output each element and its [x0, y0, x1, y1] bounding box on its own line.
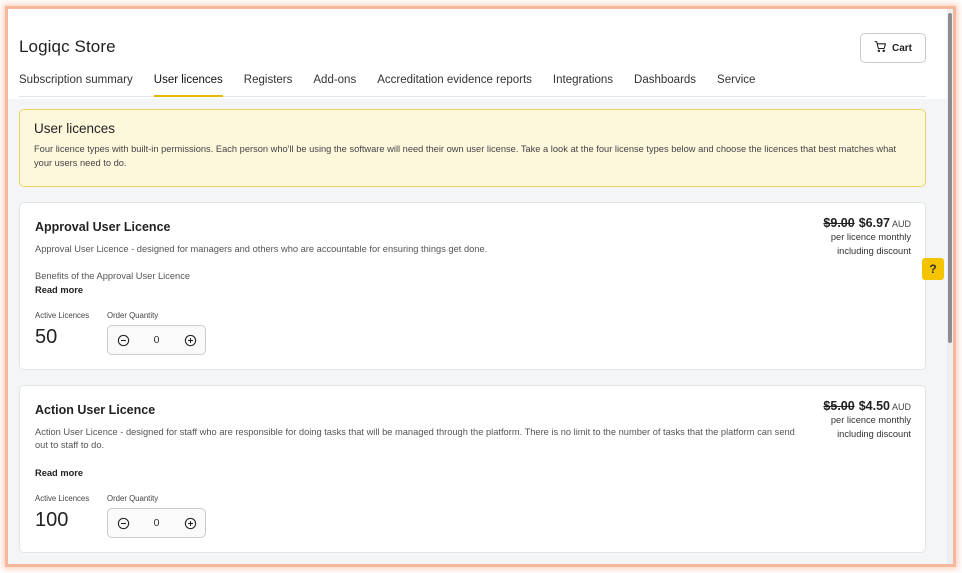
price-block: $9.00 $6.97 AUD per licence monthly includ…: [823, 216, 911, 258]
info-banner: User licences Four licence types with bu…: [19, 109, 926, 187]
top-bar: Logiqc Store Cart Subscription summary U…: [8, 9, 953, 99]
store-app: Logiqc Store Cart Subscription summary U…: [8, 9, 953, 564]
price-line: $9.00 $6.97 AUD: [823, 216, 911, 230]
currency: AUD: [891, 402, 911, 412]
active-licences-count: 100: [35, 509, 69, 531]
cart-button[interactable]: Cart: [860, 33, 926, 63]
price-note: per licence monthly: [830, 232, 911, 242]
plus-circle-icon[interactable]: [183, 516, 197, 530]
cart-icon: [874, 40, 887, 56]
licence-title: Action User Licence: [35, 403, 156, 417]
read-more-link[interactable]: Read more: [35, 285, 83, 295]
licence-card-action: Action User Licence Action User Licence …: [19, 385, 926, 553]
tab-service[interactable]: Service: [717, 71, 755, 97]
licence-benefits: Benefits of the Approval User Licence: [35, 271, 191, 281]
active-licences-count: 50: [35, 326, 58, 348]
new-price: $6.97: [858, 216, 890, 230]
minus-circle-icon[interactable]: [116, 516, 130, 530]
scrollbar-thumb[interactable]: [948, 13, 952, 343]
quantity-stepper: 0: [107, 508, 206, 538]
old-price: $5.00: [823, 399, 855, 413]
old-price: $9.00: [823, 216, 855, 230]
window-frame: Logiqc Store Cart Subscription summary U…: [5, 6, 956, 567]
info-text: Four licence types with built-in permiss…: [34, 144, 897, 168]
licence-card-approval: Approval User Licence Approval User Lice…: [19, 202, 926, 370]
active-licences-label: Active Licences: [35, 494, 90, 503]
plus-circle-icon[interactable]: [183, 333, 197, 347]
order-quantity-label: Order Quantity: [107, 494, 159, 503]
read-more-link[interactable]: Read more: [35, 468, 83, 478]
licence-description: Action User Licence - designed for staff…: [35, 427, 795, 450]
price-note-discount: including discount: [837, 429, 911, 439]
licence-title: Approval User Licence: [35, 220, 171, 234]
tab-integrations[interactable]: Integrations: [553, 71, 613, 97]
licence-description: Approval User Licence - designed for man…: [35, 244, 488, 254]
quantity-value[interactable]: 0: [154, 517, 160, 529]
tab-accreditation-evidence-reports[interactable]: Accreditation evidence reports: [377, 71, 532, 97]
tab-dashboards[interactable]: Dashboards: [634, 71, 696, 97]
help-button[interactable]: ?: [922, 258, 944, 280]
price-block: $5.00 $4.50 AUD per licence monthly includ…: [823, 399, 911, 441]
tab-user-licences[interactable]: User licences: [153, 71, 223, 97]
order-quantity-label: Order Quantity: [107, 311, 159, 320]
quantity-value[interactable]: 0: [154, 334, 160, 346]
cart-label: Cart: [891, 42, 912, 54]
scrollbar[interactable]: [947, 9, 953, 564]
tab-subscription-summary[interactable]: Subscription summary: [19, 71, 133, 97]
quantity-stepper: 0: [107, 325, 206, 355]
tab-bar: Subscription summary User licences Regis…: [19, 71, 926, 97]
price-note: per licence monthly: [830, 415, 911, 425]
minus-circle-icon[interactable]: [116, 333, 130, 347]
tab-add-ons[interactable]: Add-ons: [313, 71, 356, 97]
page-title: Logiqc Store: [19, 37, 116, 56]
price-line: $5.00 $4.50 AUD: [823, 399, 911, 413]
tab-registers[interactable]: Registers: [244, 71, 293, 97]
info-title: User licences: [34, 121, 116, 136]
new-price: $4.50: [858, 399, 890, 413]
active-licences-label: Active Licences: [35, 311, 90, 320]
currency: AUD: [891, 219, 911, 229]
price-note-discount: including discount: [837, 246, 911, 256]
